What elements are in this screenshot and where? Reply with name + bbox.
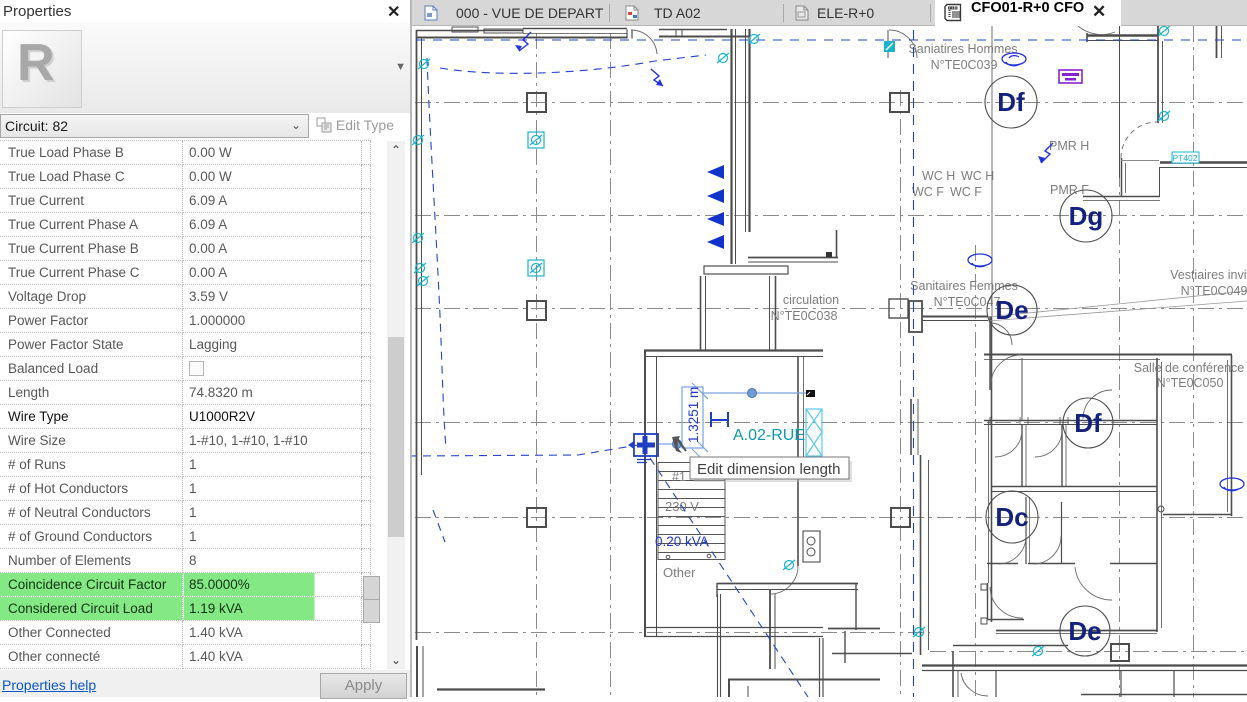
svg-text:De: De (1068, 616, 1101, 646)
svg-text:Other: Other (663, 565, 696, 580)
svg-text:PMR H: PMR H (1049, 139, 1089, 153)
svg-text:Salle de conférence: Salle de conférence (1134, 361, 1245, 375)
svg-text:Sanitaires Femmes: Sanitaires Femmes (910, 279, 1018, 293)
svg-text:N°TE0C039: N°TE0C039 (931, 58, 998, 72)
svg-text:1.3251 m: 1.3251 m (686, 387, 701, 443)
svg-text:WC H: WC H (922, 169, 955, 183)
svg-text:Edit dimension length: Edit dimension length (697, 461, 840, 478)
svg-text:N°TE0C050: N°TE0C050 (1157, 376, 1224, 390)
svg-text:Df: Df (997, 87, 1025, 117)
svg-text:WC H: WC H (961, 169, 994, 183)
svg-text:Dg: Dg (1069, 201, 1104, 231)
svg-text:WC F: WC F (912, 185, 944, 199)
svg-text:A.02-RUE: A.02-RUE (733, 427, 805, 444)
svg-text:Saniatires Hommes: Saniatires Hommes (908, 42, 1017, 56)
svg-text:N°TE0C038: N°TE0C038 (771, 309, 838, 323)
svg-text:circulation: circulation (783, 293, 839, 307)
svg-text:N°TE0C049: N°TE0C049 (1181, 284, 1247, 298)
svg-text:#1: #1 (672, 470, 686, 484)
svg-text:Dc: Dc (995, 502, 1028, 532)
svg-text:WC F: WC F (950, 185, 982, 199)
svg-text:Df: Df (1074, 408, 1102, 438)
svg-text:Vestiaires invit: Vestiaires invit (1170, 268, 1247, 282)
svg-text:De: De (995, 295, 1028, 325)
svg-text:0.20 kVA: 0.20 kVA (655, 534, 709, 549)
svg-text:PT402: PT402 (1172, 153, 1197, 163)
